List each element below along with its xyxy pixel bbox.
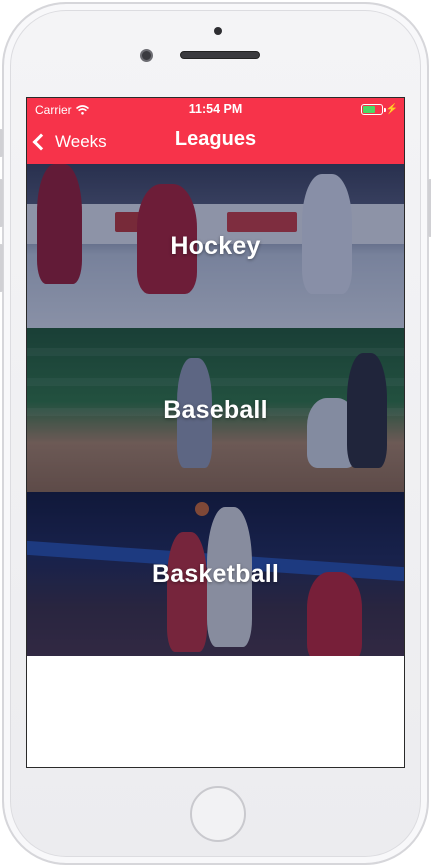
page-title: Leagues [174, 128, 257, 150]
navigation-bar: Carrier 11:54 PM ⚡ Weeks Leagues [27, 98, 404, 164]
silent-switch [0, 129, 3, 157]
battery-level [362, 106, 375, 113]
league-card-basketball[interactable]: Basketball [27, 492, 404, 656]
league-name: Baseball [163, 395, 268, 424]
battery-icon [360, 104, 386, 115]
proximity-sensor [214, 27, 222, 35]
league-name: Hockey [170, 231, 261, 260]
battery-group: ⚡ [360, 104, 398, 115]
charging-bolt-icon: ⚡ [385, 104, 398, 115]
league-card-baseball[interactable]: Baseball [27, 328, 404, 492]
league-card-hockey[interactable]: Hockey [27, 164, 404, 328]
status-bar: Carrier 11:54 PM ⚡ [27, 98, 404, 120]
status-time: 11:54 PM [188, 102, 243, 116]
front-camera [140, 49, 153, 62]
volume-down-button [0, 244, 3, 292]
volume-up-button [0, 179, 3, 227]
league-list: Hockey Baseball Basketball [27, 164, 404, 656]
screen: Carrier 11:54 PM ⚡ Weeks Leagues Hockey … [26, 97, 405, 768]
league-name: Basketball [151, 559, 280, 588]
home-button[interactable] [190, 786, 246, 842]
earpiece-speaker [180, 51, 260, 59]
